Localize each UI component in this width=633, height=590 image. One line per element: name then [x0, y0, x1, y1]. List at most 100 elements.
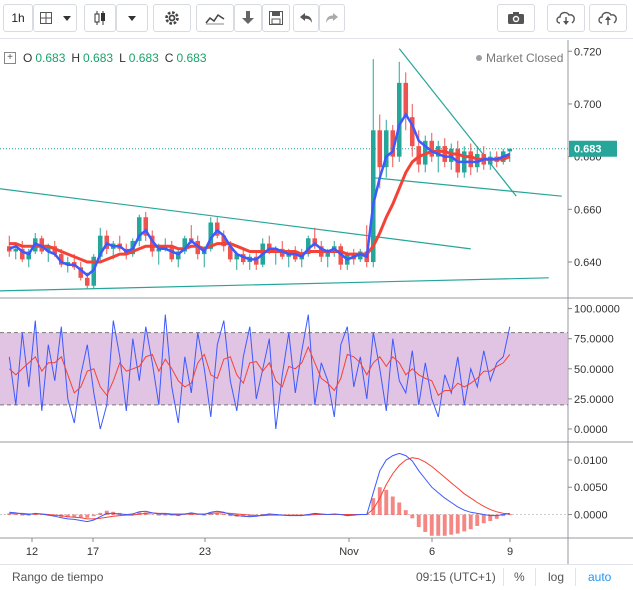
y-tick-label: 0.720 — [574, 46, 602, 58]
redo-icon — [325, 12, 339, 24]
status-dot-icon — [476, 55, 482, 61]
log-toggle[interactable]: log — [548, 570, 564, 584]
save-icon — [269, 11, 283, 25]
x-tick-label: Nov — [339, 546, 359, 558]
histogram-bar — [449, 514, 454, 535]
save-button[interactable] — [262, 4, 290, 32]
x-tick-label: 6 — [429, 546, 435, 558]
moving-average-slow — [9, 149, 511, 264]
download-icon — [241, 10, 255, 26]
interval-button[interactable]: 1h — [3, 4, 33, 32]
high-value: 0.683 — [83, 51, 114, 65]
high-label: H — [71, 51, 81, 65]
histogram-bar — [390, 496, 395, 516]
candle-body — [13, 248, 19, 252]
indicators-icon — [205, 11, 225, 25]
interval-dropdown-button[interactable] — [33, 4, 77, 32]
redo-button[interactable] — [319, 4, 345, 32]
settings-button[interactable] — [153, 4, 191, 32]
open-value: 0.683 — [35, 51, 66, 65]
timezone-label[interactable]: 09:15 (UTC+1) — [416, 570, 496, 584]
grid-icon — [39, 12, 52, 24]
histogram-bar — [20, 514, 25, 516]
x-tick-label: 9 — [507, 546, 513, 558]
histogram-bar — [85, 514, 90, 518]
oscillator-band — [0, 332, 568, 405]
y-tick-label: 100.0000 — [574, 304, 620, 316]
chevron-down-icon — [62, 15, 71, 21]
histogram-bar — [475, 514, 480, 526]
low-value: 0.683 — [128, 51, 159, 65]
expand-icon[interactable]: + — [4, 52, 16, 64]
x-tick-label: 23 — [199, 546, 211, 558]
y-tick-label: 0.700 — [574, 99, 602, 111]
histogram-bar — [410, 514, 415, 519]
signal-line — [9, 457, 510, 520]
y-tick-label: 75.0000 — [574, 334, 614, 346]
load-layout-button[interactable] — [547, 4, 585, 32]
chart-canvas[interactable]: 0.7200.7000.6800.6600.6400.683100.000075… — [0, 40, 633, 564]
histogram-bar — [481, 514, 486, 524]
indicators-button[interactable] — [196, 4, 234, 32]
save-layout-button[interactable] — [589, 4, 627, 32]
close-label: C — [164, 51, 174, 65]
y-tick-label: 25.0000 — [574, 394, 614, 406]
histogram-bar — [442, 514, 447, 536]
time-range-button[interactable]: Rango de tiempo — [12, 570, 103, 584]
percent-toggle[interactable]: % — [514, 570, 525, 584]
undo-icon — [299, 12, 313, 24]
histogram-bar — [163, 514, 168, 516]
y-tick-label: 0.640 — [574, 257, 602, 269]
histogram-bar — [455, 514, 460, 534]
download-button[interactable] — [234, 4, 262, 32]
histogram-bar — [429, 514, 434, 536]
histogram-bar — [384, 489, 389, 516]
bottom-bar: Rango de tiempo 09:15 (UTC+1) % log auto — [0, 564, 633, 590]
candle-body — [377, 130, 383, 168]
divider — [503, 568, 504, 586]
histogram-bar — [98, 512, 103, 516]
divider — [575, 568, 576, 586]
y-tick-label: 0.660 — [574, 204, 602, 216]
macd-line — [9, 452, 510, 523]
candle-body — [396, 82, 402, 157]
histogram-bar — [423, 514, 428, 532]
divider — [535, 568, 536, 586]
market-status-label: Market Closed — [486, 51, 564, 65]
trendline — [0, 277, 549, 292]
histogram-bar — [91, 514, 96, 517]
gear-icon — [163, 9, 181, 27]
chart-type-button[interactable] — [84, 4, 116, 32]
candle-body — [468, 151, 474, 168]
candle-body — [507, 148, 513, 152]
undo-button[interactable] — [293, 4, 319, 32]
y-tick-label: 50.0000 — [574, 364, 614, 376]
histogram-bar — [462, 514, 467, 532]
last-price-label: 0.683 — [574, 144, 602, 156]
histogram-bar — [403, 510, 408, 516]
histogram-bar — [397, 502, 402, 516]
low-label: L — [119, 51, 126, 65]
histogram-bar — [150, 514, 155, 516]
screenshot-button[interactable] — [497, 4, 535, 32]
histogram-bar — [156, 514, 161, 516]
histogram-bar — [416, 514, 421, 528]
y-tick-label: 0.0100 — [574, 455, 608, 467]
candle-body — [403, 82, 409, 118]
auto-toggle[interactable]: auto — [588, 570, 611, 584]
toolbar: 1h — [0, 0, 633, 39]
y-tick-label: 0.0050 — [574, 482, 608, 494]
chart-area[interactable]: 0.720 0.700 0.680 0.660 0.640 0.683 100.0000 75… — [0, 40, 633, 564]
y-tick-label: 0.0000 — [574, 510, 608, 522]
cloud-upload-icon — [597, 10, 619, 26]
chart-type-dropdown[interactable] — [116, 4, 148, 32]
histogram-bar — [13, 513, 18, 516]
close-value: 0.683 — [176, 51, 207, 65]
candle-body — [84, 277, 90, 286]
x-tick-label: 12 — [26, 546, 38, 558]
chevron-down-icon — [128, 15, 136, 21]
trendline — [0, 188, 471, 250]
y-tick-label: 0.0000 — [574, 424, 608, 436]
candlestick-icon — [92, 10, 108, 26]
open-label: O — [23, 51, 33, 65]
